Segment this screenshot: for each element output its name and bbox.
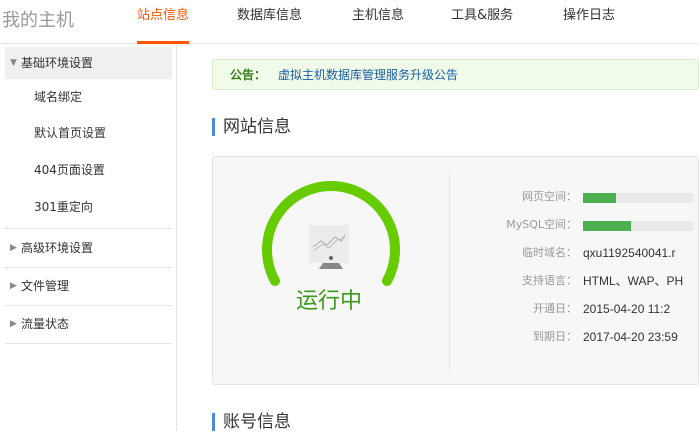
- group-label: 基础环境设置: [21, 56, 94, 70]
- group-label: 高级环境设置: [21, 241, 94, 255]
- site-info-panel: 运行中 网页空间： MySQL空间： 临时域名： qxu1192540041.r …: [212, 156, 699, 385]
- site-info-title: 网站信息: [212, 118, 291, 136]
- status-text: 运行中: [296, 289, 363, 314]
- field-label: 开通日：: [533, 302, 577, 315]
- sidebar-item-domain-binding[interactable]: 域名绑定: [34, 88, 82, 105]
- languages-value: HTML、WAP、PH: [583, 274, 684, 288]
- field-label: 临时域名：: [522, 246, 577, 259]
- tab-host-info[interactable]: 主机信息: [352, 0, 404, 44]
- web-space-row: 网页空间：: [449, 187, 699, 207]
- sidebar-item-default-page[interactable]: 默认首页设置: [34, 124, 106, 141]
- sidebar-item-404-page[interactable]: 404页面设置: [34, 161, 105, 178]
- field-label: 网页空间：: [522, 190, 577, 203]
- caret-right-icon: ▶: [10, 281, 17, 291]
- mysql-space-fill: [583, 221, 632, 231]
- tab-site-info[interactable]: 站点信息: [137, 0, 190, 44]
- account-info-title: 账号信息: [212, 413, 291, 431]
- notice-bar: 公告： 虚拟主机数据库管理服务升级公告: [212, 59, 699, 90]
- group-label: 流量状态: [21, 317, 70, 331]
- divider: [5, 343, 172, 344]
- sidebar: ▼ 基础环境设置 域名绑定 默认首页设置 404页面设置 301重定向 ▶ 高级环境…: [0, 44, 177, 431]
- divider: [5, 228, 172, 229]
- open-date-row: 开通日： 2015-04-20 11:2: [449, 299, 699, 319]
- temp-domain-row: 临时域名： qxu1192540041.r: [449, 243, 699, 263]
- notice-label: 公告：: [230, 68, 267, 82]
- sidebar-group-basic[interactable]: ▼ 基础环境设置: [5, 47, 172, 79]
- sidebar-item-301-redirect[interactable]: 301重定向: [34, 198, 93, 215]
- mysql-space-row: MySQL空间：: [449, 215, 699, 235]
- monitor-chart-icon: [309, 225, 349, 269]
- tab-operation-log[interactable]: 操作日志: [563, 0, 615, 44]
- expire-date-value: 2017-04-20 23:59: [583, 330, 678, 344]
- caret-right-icon: ▶: [10, 319, 17, 329]
- sidebar-group-traffic[interactable]: ▶ 流量状态: [5, 308, 172, 340]
- field-label: MySQL空间：: [506, 218, 577, 231]
- languages-row: 支持语言： HTML、WAP、PH: [449, 271, 699, 291]
- expire-date-row: 到期日： 2017-04-20 23:59: [449, 327, 699, 347]
- open-date-value: 2015-04-20 11:2: [583, 302, 671, 316]
- web-space-bar: [583, 193, 693, 203]
- status-gauge: [262, 181, 400, 286]
- top-nav: 我的主机 站点信息 数据库信息 主机信息 工具&服务 操作日志: [0, 0, 699, 44]
- caret-right-icon: ▶: [10, 243, 17, 253]
- divider: [5, 305, 172, 306]
- sidebar-group-files[interactable]: ▶ 文件管理: [5, 270, 172, 302]
- logo: 我的主机: [2, 10, 74, 31]
- field-label: 到期日：: [533, 330, 577, 343]
- caret-down-icon: ▼: [10, 58, 17, 68]
- tab-database-info[interactable]: 数据库信息: [237, 0, 302, 44]
- temp-domain-value: qxu1192540041.r: [583, 246, 676, 260]
- sidebar-group-advanced[interactable]: ▶ 高级环境设置: [5, 232, 172, 264]
- divider: [5, 267, 172, 268]
- web-space-fill: [583, 193, 616, 203]
- group-label: 文件管理: [21, 279, 70, 293]
- notice-link[interactable]: 虚拟主机数据库管理服务升级公告: [278, 68, 458, 82]
- field-label: 支持语言：: [522, 274, 577, 287]
- mysql-space-bar: [583, 221, 693, 231]
- tab-tools-services[interactable]: 工具&服务: [451, 0, 513, 44]
